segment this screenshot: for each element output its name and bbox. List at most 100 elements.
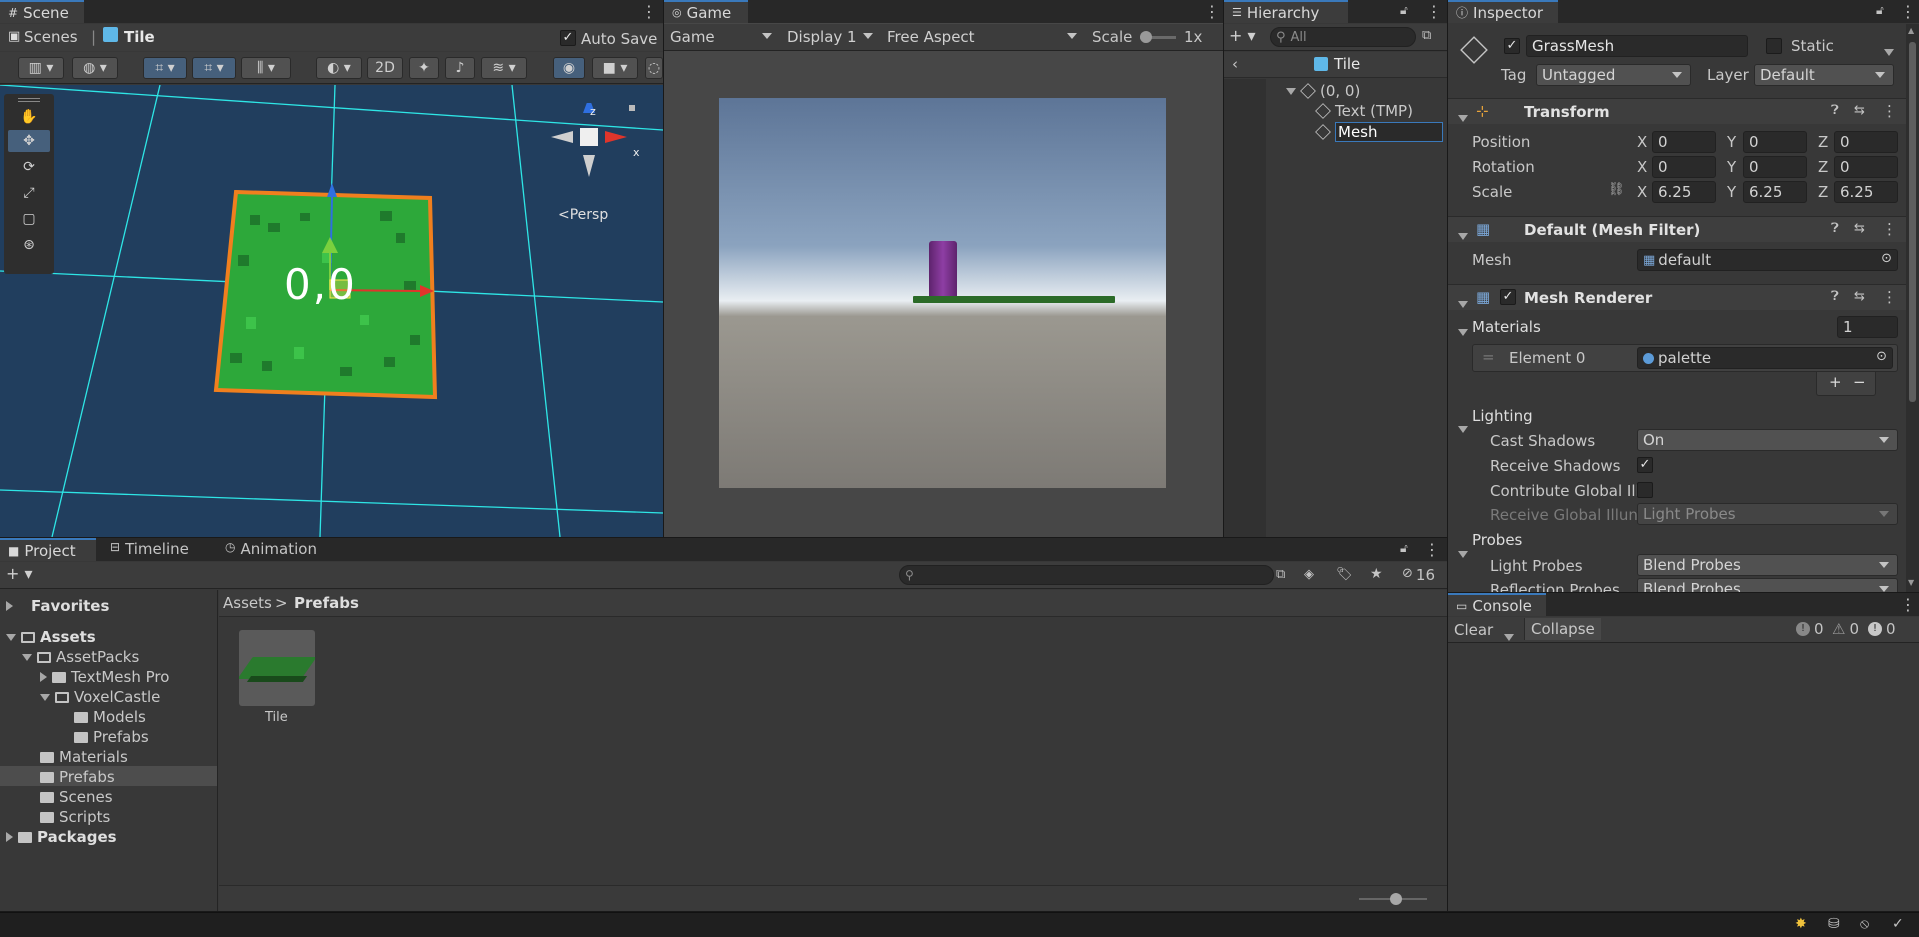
expand-arrow-icon[interactable] bbox=[40, 693, 50, 701]
tab-project[interactable]: ■ Project bbox=[0, 538, 96, 561]
expand-arrow-icon[interactable] bbox=[6, 601, 13, 611]
scene-viewport[interactable]: 0,0 z x <Persp ✋ ✥ ⟳ ⤢ ▢ ⊛ bbox=[0, 85, 663, 537]
persp-label[interactable]: <Persp bbox=[558, 207, 608, 223]
tree-item-assets[interactable]: Assets bbox=[6, 628, 96, 646]
static-checkbox[interactable] bbox=[1766, 38, 1782, 54]
lighting-bake-icon[interactable]: ✸ bbox=[1795, 916, 1807, 932]
scroll-up-icon[interactable]: ▲ bbox=[1908, 26, 1914, 35]
collapse-arrow-icon[interactable] bbox=[1458, 294, 1468, 312]
contribute-gi-checkbox[interactable] bbox=[1637, 482, 1653, 498]
rotation-y-field[interactable]: 0 bbox=[1743, 156, 1807, 178]
breadcrumb-assets[interactable]: Assets bbox=[223, 594, 272, 612]
game-menu-icon[interactable]: ⋮ bbox=[1204, 4, 1220, 20]
tree-item-models[interactable]: Models bbox=[74, 708, 146, 726]
zoom-slider-thumb[interactable] bbox=[1389, 893, 1402, 905]
grid-snap-toggle[interactable]: ⌗ ▾ bbox=[143, 57, 187, 79]
search-by-type-icon[interactable]: ⧉ bbox=[1422, 28, 1431, 43]
tree-item-textmeshpro[interactable]: TextMesh Pro bbox=[40, 668, 169, 686]
tab-game[interactable]: ◎ Game bbox=[664, 0, 748, 23]
gizmos-dropdown[interactable]: ◌ bbox=[645, 57, 663, 79]
expand-arrow-icon[interactable] bbox=[22, 653, 32, 661]
presets-icon[interactable]: ⇆ bbox=[1854, 221, 1865, 236]
tab-hierarchy[interactable]: ☰ Hierarchy bbox=[1224, 0, 1348, 23]
scale-x-field[interactable]: 6.25 bbox=[1652, 181, 1716, 203]
clear-options-icon[interactable] bbox=[1504, 627, 1514, 645]
tree-item-packages[interactable]: Packages bbox=[6, 828, 117, 846]
breadcrumb-tile[interactable]: Tile bbox=[124, 28, 155, 46]
object-picker-icon[interactable]: ⊙ bbox=[1881, 251, 1892, 266]
hidden-objects-toggle[interactable]: ◉ bbox=[553, 57, 585, 79]
component-menu-icon[interactable]: ⋮ bbox=[1882, 220, 1897, 238]
hidden-packages-toggle[interactable]: ⊘ 16 bbox=[1402, 566, 1435, 584]
lock-icon[interactable]: 🔓︎ bbox=[1400, 3, 1408, 18]
draw-mode-dropdown[interactable]: ▥ ▾ bbox=[18, 57, 64, 79]
scale-slider[interactable] bbox=[1140, 31, 1176, 43]
audio-toggle[interactable]: ♪ bbox=[445, 57, 475, 79]
tag-dropdown[interactable]: Untagged bbox=[1536, 64, 1691, 86]
scale-z-field[interactable]: 6.25 bbox=[1834, 181, 1898, 203]
remove-material-button[interactable]: − bbox=[1853, 373, 1866, 391]
presets-icon[interactable]: ⇆ bbox=[1854, 289, 1865, 304]
hierarchy-item[interactable]: (0, 0) bbox=[1286, 82, 1360, 100]
scroll-down-icon[interactable]: ▼ bbox=[1908, 578, 1914, 587]
expand-arrow-icon[interactable] bbox=[1286, 87, 1296, 95]
global-toggle[interactable]: ◍ ▾ bbox=[72, 57, 118, 79]
scale-tool-icon[interactable]: ⤢ bbox=[18, 182, 40, 204]
lighting-toggle[interactable]: ✦ bbox=[409, 57, 439, 79]
breadcrumb-scenes[interactable]: Scenes bbox=[24, 28, 78, 46]
create-asset-button[interactable]: + ▾ bbox=[6, 564, 33, 583]
help-icon[interactable]: ❓︎ bbox=[1831, 289, 1839, 304]
tree-item-scenes[interactable]: Scenes bbox=[40, 788, 113, 806]
favorites-star-icon[interactable]: ★ bbox=[1370, 566, 1383, 582]
effects-dropdown[interactable]: ≋ ▾ bbox=[481, 57, 527, 79]
scale-y-field[interactable]: 6.25 bbox=[1743, 181, 1807, 203]
mesh-renderer-enabled-checkbox[interactable]: ✓ bbox=[1500, 289, 1516, 305]
filter-by-label-icon[interactable]: 🏷︎ bbox=[1336, 567, 1353, 582]
tab-timeline[interactable]: ⊟ Timeline bbox=[110, 540, 189, 558]
object-name-field[interactable]: GrassMesh bbox=[1526, 35, 1748, 57]
hierarchy-search-input[interactable]: ⚲ All bbox=[1270, 27, 1416, 47]
hand-tool-icon[interactable]: ✋ bbox=[18, 106, 40, 128]
tab-animation[interactable]: ◷ Animation bbox=[225, 540, 317, 558]
inspector-scrollbar[interactable]: ▲ ▼ bbox=[1906, 24, 1919, 592]
console-menu-icon[interactable]: ⋮ bbox=[1900, 597, 1916, 613]
game-view-dropdown[interactable]: Game bbox=[666, 26, 778, 48]
filter-by-type-icon[interactable]: ◈ bbox=[1304, 567, 1314, 582]
rect-tool-icon[interactable]: ▢ bbox=[18, 208, 40, 230]
breadcrumb-prefabs[interactable]: Prefabs bbox=[294, 594, 359, 612]
aspect-dropdown[interactable]: Free Aspect bbox=[883, 26, 1083, 48]
hierarchy-item[interactable]: Text (TMP) bbox=[1315, 102, 1413, 120]
mesh-filter-header[interactable]: ▦ Default (Mesh Filter) ❓︎ ⇆ ⋮ bbox=[1448, 216, 1906, 242]
display-dropdown[interactable]: Display 1 bbox=[783, 26, 879, 48]
move-tool-icon[interactable]: ✥ bbox=[8, 130, 50, 152]
tab-inspector[interactable]: ⓘ Inspector bbox=[1448, 0, 1558, 23]
tree-item-assetpacks[interactable]: AssetPacks bbox=[22, 648, 139, 666]
game-viewport[interactable] bbox=[719, 98, 1166, 488]
hierarchy-menu-icon[interactable]: ⋮ bbox=[1426, 4, 1442, 20]
transform-header[interactable]: ⊹ Transform ❓︎ ⇆ ⋮ bbox=[1448, 98, 1906, 124]
collapse-button[interactable]: Collapse bbox=[1524, 618, 1601, 640]
tree-item-favorites[interactable]: Favorites bbox=[6, 597, 109, 615]
tree-item-prefabs[interactable]: Prefabs bbox=[40, 768, 115, 786]
rotation-x-field[interactable]: 0 bbox=[1652, 156, 1716, 178]
search-by-type-icon[interactable]: ⧉ bbox=[1276, 567, 1285, 582]
position-y-field[interactable]: 0 bbox=[1743, 131, 1807, 153]
asset-tile[interactable]: Tile bbox=[239, 630, 315, 725]
materials-foldout-icon[interactable] bbox=[1458, 322, 1468, 340]
constrain-proportions-icon[interactable]: ⛓ bbox=[1608, 182, 1625, 197]
rotate-tool-icon[interactable]: ⟳ bbox=[18, 156, 40, 178]
collapse-arrow-icon[interactable] bbox=[1458, 108, 1468, 126]
component-menu-icon[interactable]: ⋮ bbox=[1882, 288, 1897, 306]
create-button[interactable]: + ▾ bbox=[1229, 26, 1256, 45]
toggle-2d-button[interactable]: 2D bbox=[367, 57, 403, 79]
material-element-field[interactable]: palette ⊙ bbox=[1637, 347, 1893, 369]
light-probes-dropdown[interactable]: Blend Probes bbox=[1637, 554, 1898, 576]
tree-item-scripts[interactable]: Scripts bbox=[40, 808, 110, 826]
object-picker-icon[interactable]: ⊙ bbox=[1876, 349, 1887, 364]
error-toggle[interactable]: ! 0 bbox=[1868, 620, 1896, 638]
position-x-field[interactable]: 0 bbox=[1652, 131, 1716, 153]
network-icon[interactable]: ⦸ bbox=[1860, 916, 1869, 932]
clear-button[interactable]: Clear bbox=[1454, 621, 1493, 639]
project-menu-icon[interactable]: ⋮ bbox=[1424, 542, 1440, 558]
presets-icon[interactable]: ⇆ bbox=[1854, 103, 1865, 118]
